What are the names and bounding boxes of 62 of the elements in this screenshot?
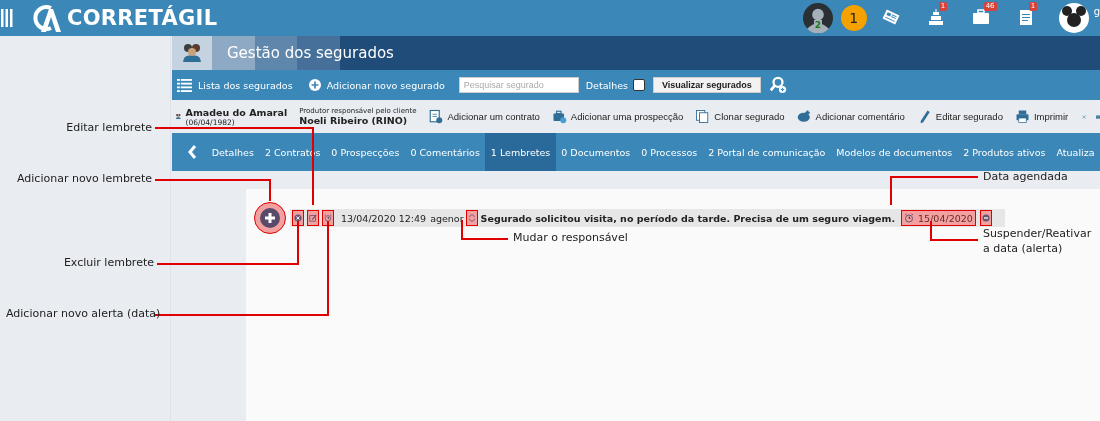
tab[interactable]: 2 Produtos ativos <box>957 133 1051 171</box>
callout-label: Editar lembrete <box>66 121 152 134</box>
reminder-datetime: 13/04/2020 12:49 <box>341 212 427 224</box>
tab[interactable]: 0 Comentários <box>404 133 486 171</box>
suspend-button[interactable] <box>979 210 992 226</box>
briefcase-icon[interactable] <box>970 7 991 27</box>
comment-icon <box>796 109 812 124</box>
tab[interactable]: 0 Processos <box>635 133 703 171</box>
notification-count[interactable]: 1 <box>840 5 867 31</box>
tab[interactable]: 0 Prospecções <box>325 133 405 171</box>
tab[interactable]: Atualiza <box>1051 133 1100 171</box>
callout-label: Excluir lembrete <box>63 256 154 269</box>
search-icon[interactable] <box>768 76 787 94</box>
tab[interactable]: Detalhes <box>206 133 260 171</box>
user-avatar[interactable]: 2 <box>802 3 833 33</box>
back-icon[interactable] <box>187 144 198 160</box>
due-date[interactable]: 15/04/2020 <box>901 210 976 226</box>
menu-icon[interactable] <box>1 9 13 27</box>
add-link[interactable]: Adicionar novo segurado <box>308 79 445 91</box>
briefcase-icon <box>551 109 567 124</box>
edit-button[interactable] <box>307 210 319 226</box>
tab[interactable]: 1 Lembretes <box>485 133 556 171</box>
reminder-user: agenor <box>430 212 464 224</box>
list-icon <box>177 78 192 92</box>
printer-icon <box>1014 109 1030 124</box>
logo-icon <box>31 3 61 33</box>
contract-action[interactable]: Adicionar um contrato <box>428 109 540 124</box>
alarm-icon <box>904 213 915 223</box>
plus-icon <box>308 79 321 91</box>
comment-action[interactable]: Adicionar comentário <box>796 109 905 124</box>
callout-label: Data agendada <box>983 170 1068 183</box>
search-field[interactable]: Pesquisar segurado <box>458 77 579 93</box>
producer-name: Noeli Ribeiro (RINO) <box>299 115 409 126</box>
tab[interactable]: Modelos de documentos <box>830 133 958 171</box>
logo-text: CORRETÁGIL <box>67 6 218 30</box>
edit-action[interactable]: Editar segurado <box>916 109 1003 124</box>
user-name: g <box>1093 6 1100 17</box>
callout-label: Adicionar novo lembrete <box>16 172 152 185</box>
callout-label: Suspender/Reativar a data (alerta) <box>983 226 1093 256</box>
profile-avatar[interactable] <box>1058 3 1089 33</box>
alarm-button[interactable] <box>322 210 334 226</box>
callout-label: Mudar o responsável <box>513 231 628 244</box>
reminder-text: Segurado solicitou visita, no período da tarde. Precisa de um seguro viagem. <box>480 212 896 224</box>
tab[interactable]: 0 Documentos <box>555 133 636 171</box>
people-icon <box>180 42 204 64</box>
view-button[interactable]: Visualizar segurados <box>652 77 761 93</box>
page-title: Gestão dos segurados <box>227 44 394 62</box>
prospect-action[interactable]: Adicionar uma prospecção <box>551 109 684 124</box>
delete-button[interactable] <box>292 210 304 226</box>
details-label: Detalhes <box>585 79 628 91</box>
callout-label: Adicionar novo alerta (data) <box>6 307 161 320</box>
add-reminder-button[interactable] <box>254 202 286 234</box>
client-name: Amadeu do Amaral <box>185 106 288 118</box>
change-user-button[interactable] <box>465 210 478 226</box>
details-checkbox[interactable] <box>632 79 645 91</box>
list-link[interactable]: Lista dos segurados <box>177 78 293 92</box>
tab[interactable]: 2 Portal de comunicação <box>702 133 831 171</box>
clone-action[interactable]: Clonar segurado <box>695 109 785 124</box>
copy-icon <box>695 109 711 124</box>
print-action[interactable]: Imprimir <box>1014 109 1069 124</box>
refresh-icon <box>467 214 476 222</box>
contract-icon <box>428 109 444 124</box>
